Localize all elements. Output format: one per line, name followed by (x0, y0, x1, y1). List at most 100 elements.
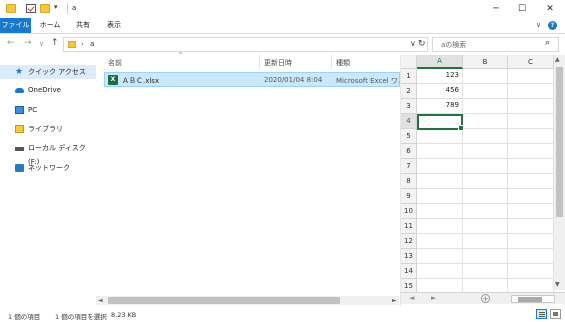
grid-cell[interactable] (508, 129, 554, 144)
search-icon[interactable]: ⌕ (545, 38, 550, 48)
row-header[interactable]: 9 (401, 189, 417, 204)
grid-cell[interactable] (417, 144, 463, 159)
sidebar-item-local-disk[interactable]: ローカル ディスク (F:) (0, 141, 96, 166)
column-header-a[interactable]: A (417, 55, 463, 69)
grid-cell[interactable] (463, 84, 508, 99)
grid-cell[interactable] (508, 204, 554, 219)
tab-home[interactable]: ホーム (37, 18, 63, 33)
grid-cell[interactable] (508, 69, 554, 84)
grid-cell[interactable] (417, 129, 463, 144)
tab-share[interactable]: 共有 (72, 18, 94, 33)
grid-cell[interactable] (417, 234, 463, 249)
column-header-modified[interactable]: 更新日時 (264, 58, 292, 72)
grid-cell[interactable] (463, 189, 508, 204)
row-header[interactable]: 8 (401, 174, 417, 189)
back-button[interactable]: ← (7, 38, 15, 48)
scroll-right-icon[interactable]: ► (392, 296, 397, 305)
ribbon-collapse-icon[interactable]: ∨ (536, 21, 541, 29)
grid-cell[interactable] (508, 234, 554, 249)
row-header[interactable]: 12 (401, 234, 417, 249)
column-header-c[interactable]: C (508, 55, 554, 69)
select-all-corner[interactable] (401, 55, 417, 69)
path-separator[interactable]: › (81, 40, 84, 48)
grid-cell[interactable] (508, 219, 554, 234)
preview-vertical-scrollbar[interactable]: ▲ ▼ (554, 55, 565, 290)
scrollbar-thumb[interactable] (518, 297, 542, 302)
add-sheet-button[interactable]: + (481, 294, 490, 303)
search-input[interactable]: aの検索 ⌕ (432, 37, 559, 52)
minimize-button[interactable]: ─ (489, 2, 503, 16)
sidebar-item-pc[interactable]: PC (0, 103, 96, 117)
scroll-left-icon[interactable]: ◄ (98, 296, 103, 305)
file-list-horizontal-scrollbar[interactable]: ◄ ► (96, 296, 399, 305)
grid-cell[interactable] (508, 249, 554, 264)
address-dropdown-icon[interactable]: ∨ (410, 39, 416, 48)
row-header[interactable]: 1 (401, 69, 417, 84)
grid-cell[interactable] (463, 204, 508, 219)
sidebar-item-libraries[interactable]: ライブラリ (0, 122, 96, 136)
grid-cell[interactable] (508, 264, 554, 279)
grid-cell[interactable] (463, 69, 508, 84)
scroll-down-icon[interactable]: ▼ (555, 281, 560, 288)
sheet-next-icon[interactable]: ► (431, 294, 436, 302)
maximize-button[interactable]: ☐ (515, 2, 529, 16)
row-header[interactable]: 10 (401, 204, 417, 219)
grid-cell[interactable] (463, 129, 508, 144)
grid-cell[interactable] (508, 99, 554, 114)
row-header[interactable]: 7 (401, 159, 417, 174)
row-header[interactable]: 3 (401, 99, 417, 114)
up-button[interactable]: ↑ (51, 38, 59, 48)
address-bar[interactable]: › a ∨ (63, 37, 428, 52)
grid-cell[interactable] (417, 204, 463, 219)
breadcrumb-folder-a[interactable]: a (90, 40, 94, 48)
large-icons-view-button[interactable] (550, 309, 561, 319)
sidebar-item-network[interactable]: ネットワーク (0, 161, 96, 175)
grid-cell[interactable] (508, 174, 554, 189)
quick-access-toolbar-dropdown-icon[interactable]: ▾ (54, 3, 58, 11)
scroll-up-icon[interactable]: ▲ (555, 56, 560, 63)
grid-cell[interactable] (417, 264, 463, 279)
properties-icon[interactable] (26, 4, 36, 13)
grid-cell[interactable] (463, 174, 508, 189)
column-header-b[interactable]: B (463, 55, 508, 69)
new-folder-icon[interactable] (40, 4, 50, 13)
column-divider[interactable] (331, 55, 332, 69)
row-header[interactable]: 2 (401, 84, 417, 99)
grid-cell[interactable] (417, 189, 463, 204)
grid-cell[interactable] (463, 144, 508, 159)
grid-cell[interactable] (463, 249, 508, 264)
grid-cell[interactable] (417, 249, 463, 264)
grid-cell[interactable] (508, 144, 554, 159)
grid-cell[interactable] (417, 159, 463, 174)
grid-cell[interactable] (463, 99, 508, 114)
sidebar-item-onedrive[interactable]: OneDrive (0, 83, 96, 97)
column-header-type[interactable]: 種類 (336, 58, 350, 72)
row-header[interactable]: 4 (401, 114, 417, 129)
row-header[interactable]: 11 (401, 219, 417, 234)
grid-cell[interactable] (508, 189, 554, 204)
scrollbar-thumb[interactable] (556, 67, 563, 217)
grid-cell[interactable]: 789 (417, 99, 463, 114)
column-header-name[interactable]: 名前 (108, 58, 122, 72)
grid-cell[interactable] (417, 174, 463, 189)
row-header[interactable]: 6 (401, 144, 417, 159)
row-header[interactable]: 14 (401, 264, 417, 279)
help-icon[interactable]: ? (548, 21, 557, 30)
recent-locations-button[interactable]: ∨ (39, 40, 44, 48)
grid-cell[interactable]: 123 (417, 69, 463, 84)
grid-cell[interactable] (508, 159, 554, 174)
sidebar-item-quick-access[interactable]: ★ クイック アクセス (0, 65, 96, 79)
column-divider[interactable] (259, 55, 260, 69)
refresh-button[interactable]: ↻ (418, 39, 426, 49)
grid-cell[interactable] (463, 159, 508, 174)
sheet-horizontal-scrollbar[interactable] (511, 295, 555, 303)
close-button[interactable]: ✕ (543, 2, 557, 16)
row-header[interactable]: 5 (401, 129, 417, 144)
grid-cell[interactable] (463, 264, 508, 279)
grid-cell[interactable] (417, 219, 463, 234)
grid-cell[interactable] (463, 234, 508, 249)
grid-cell[interactable] (463, 114, 508, 129)
grid-cell[interactable]: 456 (417, 84, 463, 99)
active-cell[interactable] (417, 114, 464, 131)
scrollbar-thumb[interactable] (108, 297, 340, 304)
